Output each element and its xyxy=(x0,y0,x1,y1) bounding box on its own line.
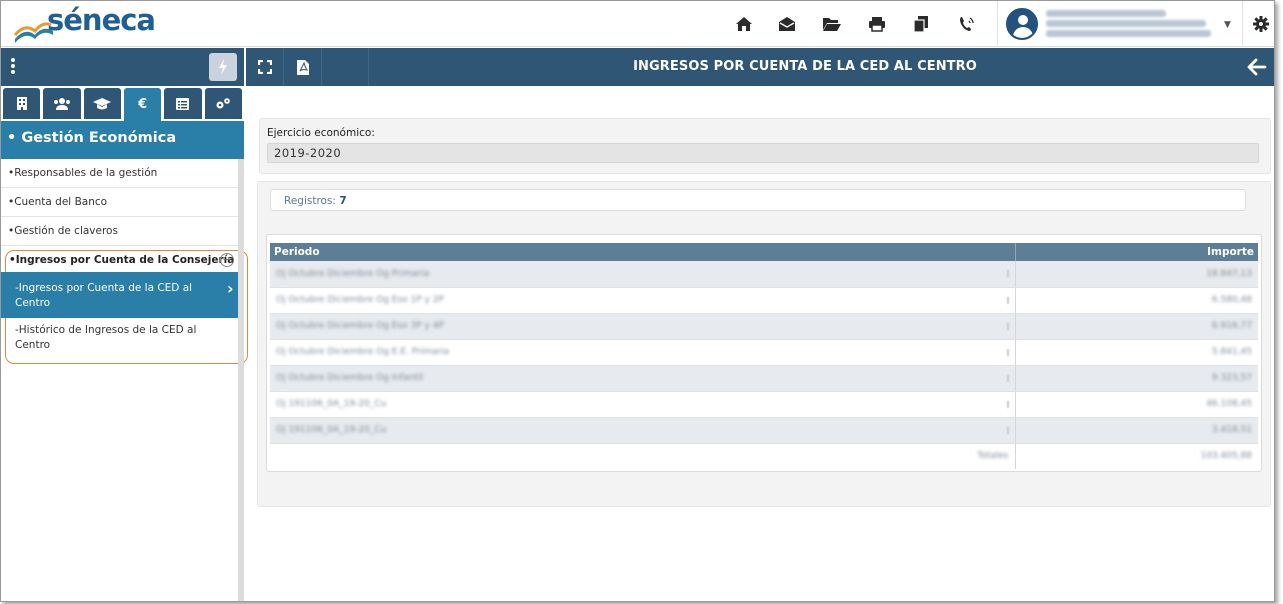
results-table-wrapper: Periodo Importe Oj Octubre Diciembre Og … xyxy=(266,234,1262,472)
header-divider xyxy=(997,1,998,47)
periodo-cell: Oj Octubre Diciembre Og Primaria xyxy=(276,268,430,279)
bolt-icon xyxy=(219,59,227,75)
totals-label: Totales xyxy=(977,451,1009,462)
column-header-periodo[interactable]: Periodo xyxy=(270,243,1016,261)
chevron-down-icon[interactable]: ▼ xyxy=(1224,20,1231,30)
tab-gestion-economica[interactable]: € xyxy=(123,88,162,121)
importe-cell: 18.847,13 xyxy=(1206,268,1252,279)
chevron-right-icon: › xyxy=(227,279,234,298)
user-info xyxy=(1046,7,1216,40)
euro-icon: € xyxy=(138,97,148,112)
table-row[interactable]: Oj 191106_0A_19-20_Cu 3.418,51 xyxy=(270,417,1258,444)
gear-icon[interactable] xyxy=(1246,9,1274,39)
tab-configuracion[interactable] xyxy=(204,88,242,119)
copy-icon[interactable] xyxy=(906,9,936,39)
table-row[interactable]: Oj Octubre Diciembre Og E.E. Primaria 5.… xyxy=(270,339,1258,366)
user-role xyxy=(1046,20,1206,27)
records-label: Registros: xyxy=(284,195,336,207)
top-header: séneca ▼ xyxy=(1,1,1274,47)
user-center xyxy=(1046,30,1211,37)
tab-utilidades[interactable] xyxy=(164,88,202,119)
table-row[interactable]: Oj Octubre Diciembre Og Eso 3P y 4P 6.91… xyxy=(270,313,1258,340)
home-icon[interactable] xyxy=(729,9,759,39)
results-table: Periodo Importe Oj Octubre Diciembre Og … xyxy=(270,243,1258,469)
mail-icon[interactable] xyxy=(772,9,802,39)
periodo-cell: Oj Octubre Diciembre Og Eso 1P y 2P xyxy=(276,295,444,305)
module-tabs: € xyxy=(1,88,244,121)
sidebar-item-responsables[interactable]: •Responsables de la gestión xyxy=(1,159,238,188)
importe-cell: 5.841,45 xyxy=(1211,347,1252,357)
tab-alumnado[interactable] xyxy=(83,88,121,119)
graduation-icon xyxy=(93,97,112,109)
importe-cell: 6.916,77 xyxy=(1211,321,1252,331)
importe-cell: 46.108,45 xyxy=(1206,399,1252,409)
more-vertical-icon[interactable] xyxy=(11,57,17,77)
sidebar-item-claveros[interactable]: •Gestión de claveros xyxy=(1,217,238,246)
tab-personal[interactable] xyxy=(43,88,81,119)
records-value: 7 xyxy=(339,195,347,207)
table-row[interactable]: Oj Octubre Diciembre Og Primaria 18.847,… xyxy=(270,261,1258,288)
page-toolbar: INGRESOS POR CUENTA DE LA CED AL CENTRO xyxy=(246,48,1274,86)
phone-icon[interactable] xyxy=(952,9,982,39)
back-arrow-icon[interactable] xyxy=(1246,57,1268,77)
logo-text: séneca xyxy=(47,3,156,37)
table-row[interactable]: Oj Octubre Diciembre Og Infantil 9.323,5… xyxy=(270,365,1258,392)
importe-cell: 6.580,48 xyxy=(1211,295,1252,305)
building-icon xyxy=(16,97,27,110)
sidebar-group-ingresos[interactable]: •Ingresos por Cuenta de la Consejería xyxy=(9,254,239,266)
filter-panel: Ejercicio económico: 2019-2020 xyxy=(259,118,1271,174)
list-icon xyxy=(176,97,190,110)
results-panel: Registros: 7 Periodo Importe Oj Octubre … xyxy=(257,181,1271,507)
seneca-logo[interactable]: séneca xyxy=(13,3,156,45)
bolt-button[interactable] xyxy=(209,53,237,81)
sidebar-item-ingresos-ced[interactable]: -Ingresos por Cuenta de la CED al Centro xyxy=(1,272,244,318)
importe-cell: 9.323,57 xyxy=(1211,373,1252,383)
sidebar-section-title: • Gestión Económica xyxy=(1,121,244,159)
periodo-cell: Oj Octubre Diciembre Og Eso 3P y 4P xyxy=(276,321,444,331)
header-divider xyxy=(1242,1,1243,47)
users-icon xyxy=(53,97,70,110)
column-header-importe[interactable]: Importe xyxy=(1015,243,1258,261)
importe-cell: 3.418,51 xyxy=(1211,425,1252,435)
periodo-cell: Oj 191106_0A_19-20_Cu xyxy=(276,399,387,409)
sidebar-item-cuenta-banco[interactable]: •Cuenta del Banco xyxy=(1,188,238,217)
user-name xyxy=(1046,10,1166,17)
tab-centro[interactable] xyxy=(3,88,41,119)
ejercicio-field[interactable]: 2019-2020 xyxy=(267,143,1259,163)
sidebar-header xyxy=(1,48,244,86)
periodo-cell: Oj Octubre Diciembre Og E.E. Primaria xyxy=(276,347,450,357)
sidebar-item-historico-ingresos[interactable]: -Histórico de Ingresos de la CED al Cent… xyxy=(1,323,238,353)
user-menu[interactable]: ▼ xyxy=(1004,6,1240,42)
table-row[interactable]: Oj 191106_0A_19-20_Cu 46.108,45 xyxy=(270,391,1258,418)
page-title: INGRESOS POR CUENTA DE LA CED AL CENTRO xyxy=(633,59,977,74)
ejercicio-label: Ejercicio económico: xyxy=(267,127,375,139)
table-row[interactable]: Oj Octubre Diciembre Og Eso 1P y 2P 6.58… xyxy=(270,287,1258,314)
records-count: Registros: 7 xyxy=(270,189,1246,211)
print-icon[interactable] xyxy=(862,9,892,39)
collapse-icon[interactable]: − xyxy=(220,253,234,267)
totals-row: Totales 103.405,88 xyxy=(270,443,1258,469)
cogs-icon xyxy=(216,98,231,109)
periodo-cell: Oj 191106_0A_19-20_Cu xyxy=(276,425,387,435)
app-window: séneca ▼ € • Gestión Económica •Responsa… xyxy=(0,0,1275,602)
avatar xyxy=(1006,8,1038,40)
sidebar-scrollbar[interactable] xyxy=(238,159,244,601)
sidebar-menu: •Responsables de la gestión •Cuenta del … xyxy=(1,159,238,246)
folder-open-icon[interactable] xyxy=(817,9,847,39)
totals-value: 103.405,88 xyxy=(1200,451,1252,462)
periodo-cell: Oj Octubre Diciembre Og Infantil xyxy=(276,373,424,383)
